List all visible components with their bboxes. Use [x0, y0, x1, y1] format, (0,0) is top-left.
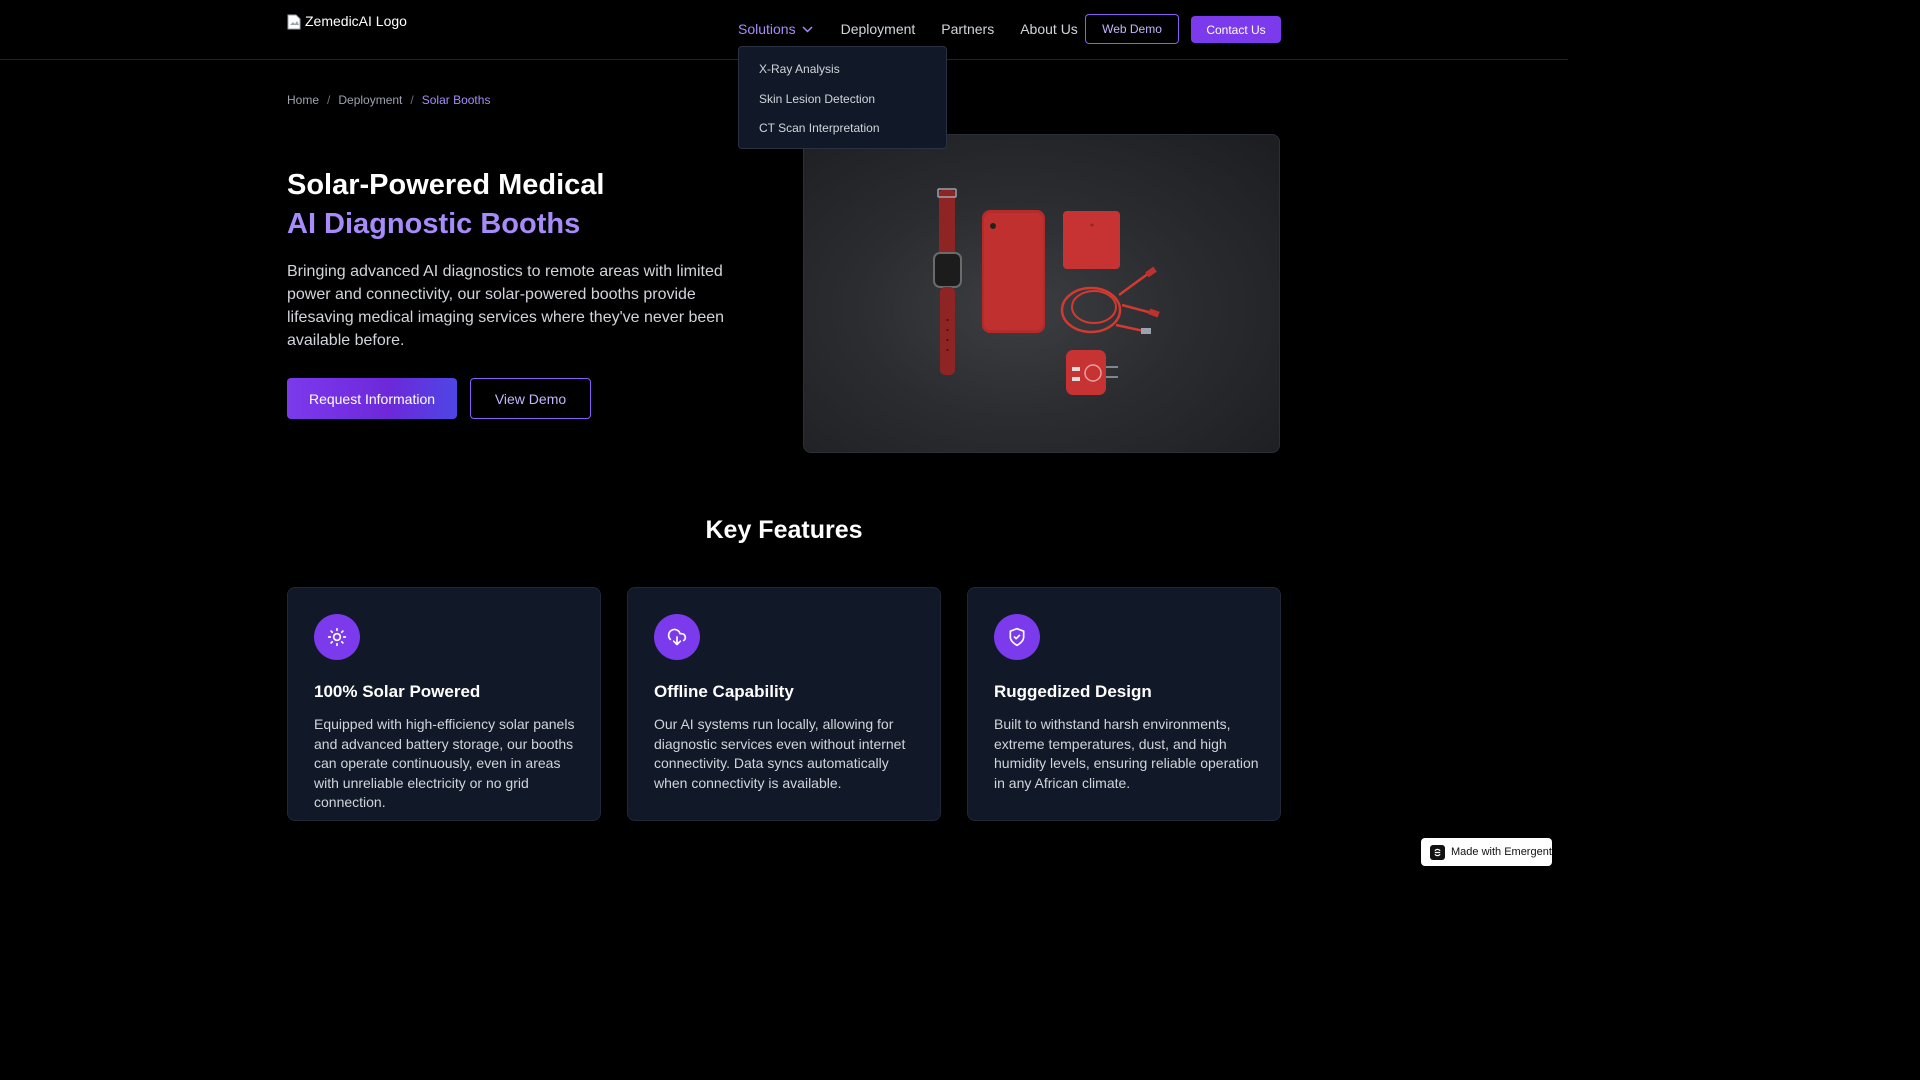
chevron-down-icon — [802, 26, 813, 33]
feature-card-solar: 100% Solar Powered Equipped with high-ef… — [287, 587, 601, 821]
emergent-logo-icon — [1430, 844, 1445, 860]
nav-partners[interactable]: Partners — [941, 21, 994, 37]
feature-card-title: 100% Solar Powered — [314, 682, 481, 701]
feature-card-description: Built to withstand harsh environments, e… — [994, 716, 1259, 791]
breadcrumb-home[interactable]: Home — [287, 93, 319, 107]
feature-card-title: Ruggedized Design — [994, 682, 1152, 701]
hero-title-line1: Solar-Powered Medical — [287, 169, 605, 201]
nav-deployment[interactable]: Deployment — [841, 21, 916, 37]
contact-button[interactable]: Contact Us — [1191, 16, 1281, 43]
dropdown-item-ct-scan[interactable]: CT Scan Interpretation — [739, 120, 946, 150]
badge-label: Made with Emergent — [1451, 846, 1552, 858]
broken-image-icon — [287, 13, 303, 30]
feature-card-description: Equipped with high-efficiency solar pane… — [314, 716, 575, 811]
feature-card-rugged: Ruggedized Design Built to withstand har… — [967, 587, 1281, 821]
features-heading: Key Features — [705, 516, 863, 544]
dropdown-item-xray[interactable]: X-Ray Analysis — [739, 61, 946, 91]
nav-solutions[interactable]: Solutions — [738, 21, 813, 37]
breadcrumb: Home / Deployment / Solar Booths — [287, 93, 490, 107]
feature-card-offline: Offline Capability Our AI systems run lo… — [627, 587, 941, 821]
nav-about[interactable]: About Us — [1020, 21, 1078, 37]
made-with-emergent-badge[interactable]: Made with Emergent — [1421, 838, 1552, 866]
cloud-download-icon — [654, 614, 700, 660]
logo-alt-text: ZemedicAI Logo — [305, 13, 407, 29]
shield-check-icon — [994, 614, 1040, 660]
request-information-button[interactable]: Request Information — [287, 378, 457, 419]
red-devices-photo — [933, 188, 1160, 395]
nav-solutions-label: Solutions — [738, 21, 796, 37]
breadcrumb-current: Solar Booths — [421, 93, 491, 107]
feature-card-title: Offline Capability — [654, 682, 794, 701]
hero-title-line2: AI Diagnostic Booths — [287, 208, 581, 240]
dropdown-item-skin-lesion[interactable]: Skin Lesion Detection — [739, 91, 946, 121]
web-demo-button[interactable]: Web Demo — [1085, 14, 1179, 44]
hero-title: Solar-Powered Medical AI Diagnostic Boot… — [287, 166, 767, 244]
breadcrumb-separator: / — [327, 93, 331, 107]
logo[interactable]: ZemedicAI Logo — [287, 13, 407, 30]
sun-icon — [314, 614, 360, 660]
breadcrumb-separator: / — [410, 93, 414, 107]
view-demo-button[interactable]: View Demo — [470, 378, 591, 419]
solutions-dropdown: X-Ray Analysis Skin Lesion Detection CT … — [738, 46, 947, 149]
main-nav: Solutions Deployment Partners About Us — [738, 14, 1078, 44]
hero-description: Bringing advanced AI diagnostics to remo… — [287, 263, 725, 349]
hero-image — [803, 134, 1280, 453]
feature-card-description: Our AI systems run locally, allowing for… — [654, 716, 906, 791]
breadcrumb-deployment[interactable]: Deployment — [338, 93, 402, 107]
